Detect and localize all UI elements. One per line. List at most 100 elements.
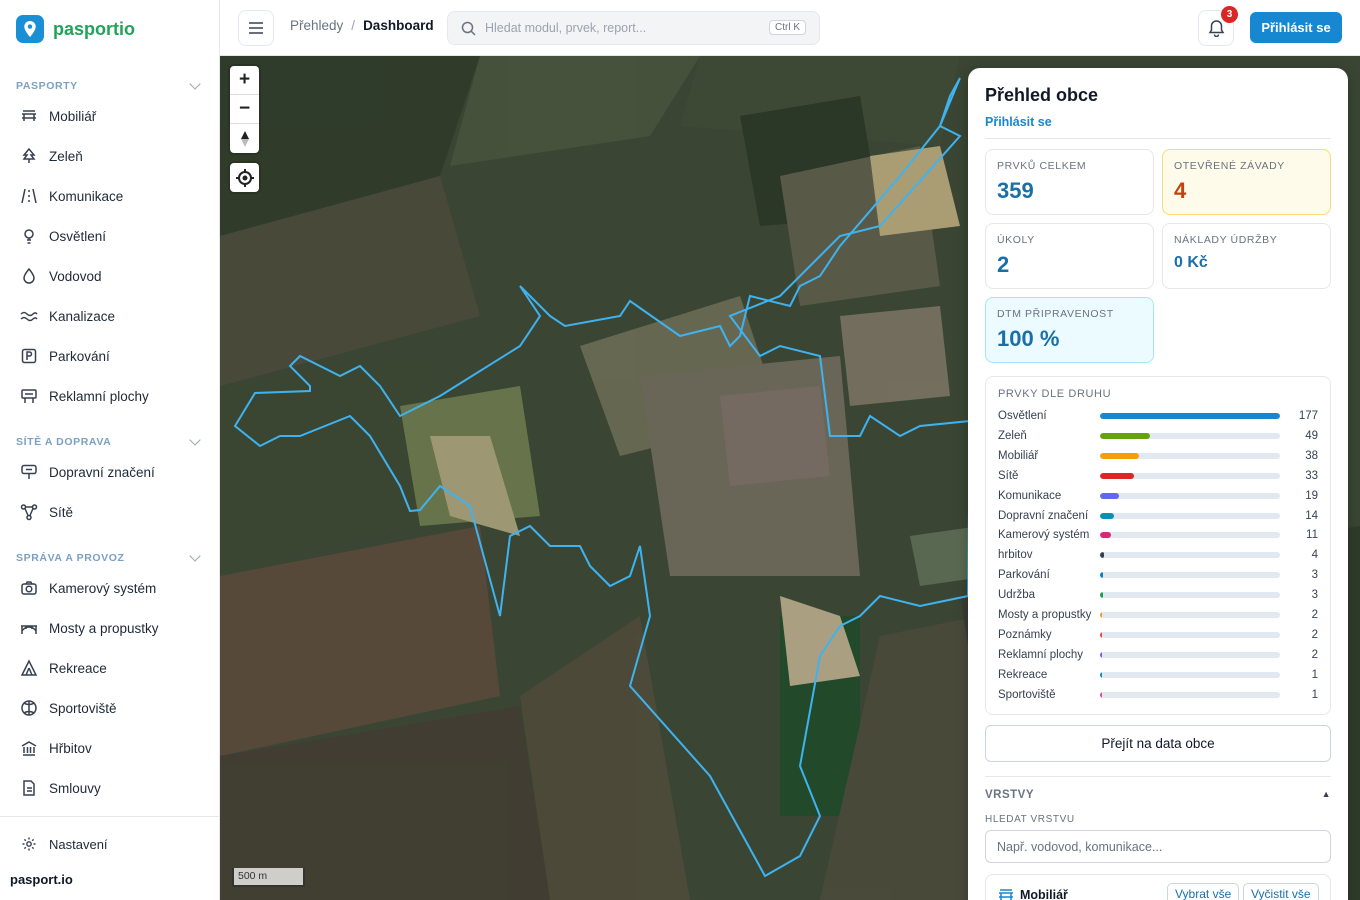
search-input[interactable]	[485, 21, 755, 35]
type-count: 3	[1311, 589, 1318, 602]
road-icon	[20, 187, 38, 205]
type-bar	[1100, 492, 1280, 499]
type-count: 3	[1311, 569, 1318, 582]
footer-brand: pasport.io	[10, 872, 73, 887]
sidebar-item-sportoviste[interactable]: Sportoviště	[8, 691, 212, 725]
stat-value: 359	[997, 178, 1034, 203]
type-row: Sportoviště 1	[998, 685, 1318, 705]
zoom-out-button[interactable]: −	[230, 95, 259, 124]
type-row: Kamerový systém 11	[998, 525, 1318, 545]
breadcrumb-prehledy[interactable]: Přehledy	[290, 18, 343, 33]
sidebar-item-label: Kanalizace	[49, 308, 116, 324]
waves-icon	[20, 307, 38, 325]
sidebar-item-label: Hřbitov	[49, 740, 92, 756]
sidebar-item-site[interactable]: Sítě	[8, 495, 212, 529]
stat-value: 0 Kč	[1174, 254, 1208, 271]
type-bar-fill	[1100, 651, 1103, 658]
sidebar-item-dopravni-znaceni[interactable]: Dopravní značení	[8, 455, 212, 489]
type-bar-fill	[1100, 452, 1139, 459]
type-name: Zeleň	[998, 429, 1027, 442]
layer-group-title[interactable]: Mobiliář	[998, 888, 1068, 900]
compass-reset-button[interactable]	[230, 124, 259, 153]
sidebar-item-zelen[interactable]: Zeleň	[8, 139, 212, 173]
type-bar	[1100, 413, 1280, 419]
sidebar-item-label: Mosty a propustky	[49, 620, 159, 636]
app-logo[interactable]: pasportio	[16, 15, 135, 43]
sidebar-item-label: Parkování	[49, 348, 110, 364]
breadcrumb: Přehledy / Dashboard	[290, 18, 434, 33]
sidebar-item-label: Osvětlení	[49, 228, 107, 244]
menu-button[interactable]	[238, 10, 274, 46]
type-bar	[1100, 671, 1280, 678]
lightbulb-icon	[20, 227, 38, 245]
type-count: 38	[1305, 449, 1318, 462]
map-scale: 500 m	[232, 868, 305, 887]
type-name: Poznámky	[998, 628, 1052, 641]
type-bar-fill	[1100, 532, 1112, 539]
type-count: 11	[1306, 529, 1318, 542]
global-search[interactable]: Ctrl K	[447, 11, 820, 45]
type-name: hrbitov	[998, 549, 1033, 562]
sidebar-item-mobiliar[interactable]: Mobiliář	[8, 99, 212, 133]
zoom-control: + −	[230, 66, 259, 153]
sidebar-item-kanalizace[interactable]: Kanalizace	[8, 299, 212, 333]
notifications-button[interactable]: 3	[1198, 6, 1238, 46]
sidebar-item-vodovod[interactable]: Vodovod	[8, 259, 212, 293]
locate-me-button[interactable]	[230, 163, 259, 192]
type-count: 2	[1311, 609, 1318, 621]
type-name: Osvětlení	[998, 410, 1047, 422]
type-row: Rekreace 1	[998, 665, 1318, 685]
type-bar	[1100, 651, 1280, 658]
zoom-in-button[interactable]: +	[230, 66, 259, 95]
layer-search-label: HLEDAT VRSTVU	[985, 814, 1075, 825]
settings-button[interactable]: Nastavení	[8, 827, 212, 861]
layer-search-input[interactable]	[985, 830, 1331, 863]
type-name: Parkování	[998, 569, 1050, 582]
compass-icon	[240, 130, 249, 147]
sidebar-item-reklamni-plochy[interactable]: Reklamní plochy	[8, 379, 212, 413]
type-name: Dopravní značení	[998, 509, 1089, 522]
type-bar-fill	[1100, 671, 1102, 678]
chevron-down-icon	[189, 434, 201, 446]
clear-all-button[interactable]: Vyčistit vše	[1243, 883, 1319, 900]
sidebar-item-hrbitov[interactable]: Hřbitov	[8, 731, 212, 765]
panel-divider	[985, 138, 1331, 139]
panel-login-link[interactable]: Přihlásit se	[985, 115, 1052, 129]
type-bar-fill	[1100, 552, 1105, 559]
type-count: 19	[1305, 489, 1318, 502]
sidebar-item-osvetleni[interactable]: Osvětlení	[8, 219, 212, 253]
bench-icon	[20, 107, 38, 125]
type-bar	[1100, 631, 1280, 638]
sidebar-item-komunikace[interactable]: Komunikace	[8, 179, 212, 213]
select-all-button[interactable]: Vybrat vše	[1167, 883, 1240, 900]
stat-label: DTM PŘIPRAVENOST	[997, 308, 1114, 320]
type-bar-fill	[1100, 512, 1115, 519]
sign-icon	[20, 463, 38, 481]
type-name: Reklamní plochy	[998, 648, 1084, 661]
section-sprava-a-provoz[interactable]: SPRÁVA A PROVOZ	[16, 550, 202, 564]
bridge-icon	[20, 619, 38, 637]
stat-maintenance-costs: NÁKLADY ÚDRŽBY 0 Kč	[1162, 223, 1331, 289]
login-button[interactable]: Přihlásit se	[1250, 12, 1342, 43]
sidebar-item-mosty-a-propustky[interactable]: Mosty a propustky	[8, 611, 212, 645]
bell-icon	[1208, 20, 1224, 37]
type-row: Reklamní plochy 2	[998, 645, 1318, 665]
sidebar-item-kamerovy-system[interactable]: Kamerový systém	[8, 571, 212, 605]
stat-tasks: ÚKOLY 2	[985, 223, 1154, 289]
sidebar: pasportio PASPORTY Mobiliář Zeleň Komuni…	[0, 0, 220, 900]
layers-section-header[interactable]: VRSTVY ▲	[985, 789, 1331, 801]
sidebar-item-smlouvy[interactable]: Smlouvy	[8, 771, 212, 805]
sidebar-item-label: Sportoviště	[49, 700, 117, 716]
type-bar	[1100, 472, 1280, 479]
type-row: Parkování 3	[998, 565, 1318, 585]
type-bar	[1100, 452, 1280, 459]
stat-label: OTEVŘENÉ ZÁVADY	[1174, 160, 1285, 172]
section-pasporty[interactable]: PASPORTY	[16, 78, 202, 92]
go-to-municipality-data-button[interactable]: Přejít na data obce	[985, 725, 1331, 762]
sidebar-item-parkovani[interactable]: Parkování	[8, 339, 212, 373]
tent-icon	[20, 659, 38, 677]
type-bar	[1100, 512, 1280, 519]
type-count: 177	[1298, 410, 1318, 422]
sidebar-item-rekreace[interactable]: Rekreace	[8, 651, 212, 685]
section-site-a-doprava[interactable]: SÍTĚ A DOPRAVA	[16, 434, 202, 448]
